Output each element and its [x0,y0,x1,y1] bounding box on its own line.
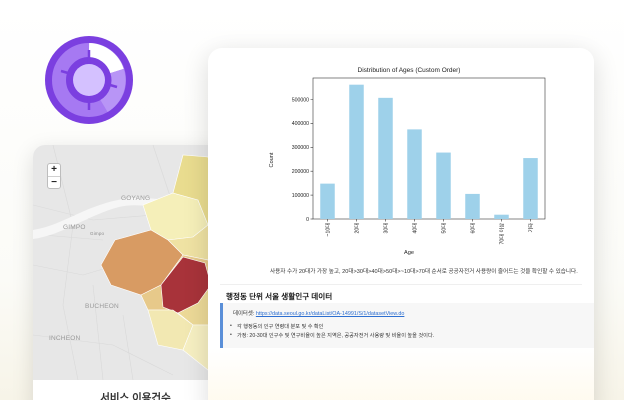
dataset-source-link[interactable]: https://data.seoul.go.kr/dataList/OA-149… [256,311,405,317]
map-label-gimpo: GIMPO [63,224,86,231]
bar [407,129,422,219]
y-tick-label: 0 [306,217,309,223]
section-heading: 행정동 단위 서울 생활인구 데이터 [226,292,333,301]
x-tick-label: 20대 [352,223,360,234]
zoom-out-button[interactable]: − [48,176,60,188]
x-tick-label: ~10대 [323,223,331,237]
map-label-bucheon: BUCHEON [85,303,119,310]
bar [436,152,451,219]
logo-hub [73,64,105,96]
dataset-source-line: 데이터셋: https://data.seoul.go.kr/dataList/… [233,309,404,317]
chart-y-axis-label: Count [269,152,275,167]
map-label-small: Gimpo [90,231,105,236]
dataset-source-prefix: 데이터셋: [233,311,256,317]
age-distribution-chart: Distribution of Ages (Custom Order) 0 100… [269,67,546,256]
plot-frame [312,77,546,220]
app-logo-icon [45,36,133,124]
bar [320,183,335,219]
chart-x-axis-label: Age [404,250,414,256]
bar [494,214,509,219]
zoom-control: + − [47,163,61,189]
x-tick-label: 70대 이상 [497,223,505,245]
chart-bars [320,84,538,219]
y-tick-label: 100000 [292,193,309,199]
y-tick-label: 500000 [292,97,309,103]
y-tick-label: 300000 [292,145,309,151]
chart-title: Distribution of Ages (Custom Order) [358,67,461,74]
list-item: 가정: 20-30대 인구수 및 연구비율이 높은 지역은, 공공자전거 사용량… [230,332,434,339]
zoom-in-button[interactable]: + [48,164,60,176]
bar [349,84,364,219]
bar [523,158,538,219]
card-fade-overlay [208,348,594,400]
y-tick-label: 200000 [292,169,309,175]
x-tick-label: 기타 [526,223,534,233]
bar [378,97,393,219]
dataset-info-box: 데이터셋: https://data.seoul.go.kr/dataList/… [220,303,594,348]
notebook-card: Distribution of Ages (Custom Order) 0 100… [208,48,594,400]
x-tick-label: 40대 [410,223,418,234]
y-tick-label: 400000 [292,121,309,127]
x-tick-label: 30대 [381,223,389,234]
bar [465,193,480,219]
section-divider [220,284,582,285]
x-tick-label: 60대 [468,223,476,234]
list-item: 각 행정동의 인구 연령대 분포 및 수 확인 [230,323,323,330]
chart-caption: 사용자 수가 20대가 가장 높고, 20대>30대>40대>50대>~10대>… [270,269,578,275]
x-tick-label: 50대 [439,223,447,234]
map-label-goyang: GOYANG [121,195,151,202]
map-label-incheon: INCHEON [49,335,81,342]
